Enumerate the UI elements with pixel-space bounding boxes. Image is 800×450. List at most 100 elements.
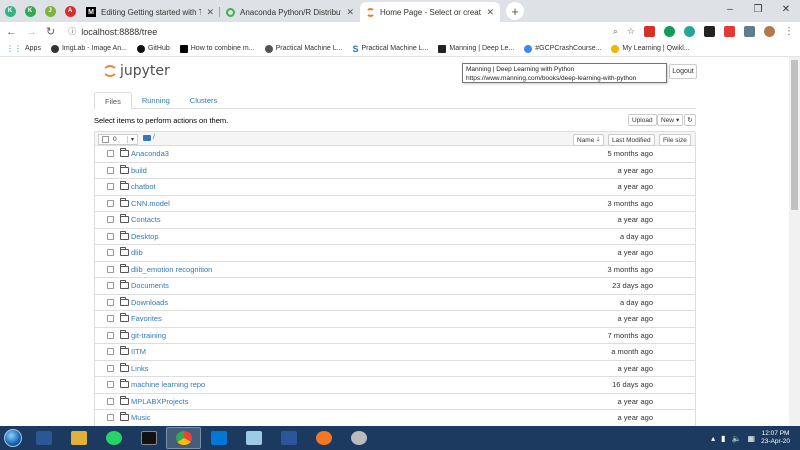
bookmark-item[interactable]: Practical Machine L...	[264, 44, 342, 53]
taskbar-app[interactable]	[306, 427, 341, 449]
file-name-link[interactable]: Favorites	[131, 314, 162, 323]
network-icon[interactable]: ▦	[748, 434, 756, 443]
pinned-tab[interactable]: A	[60, 0, 80, 22]
table-row[interactable]: MPLABXProjects a year ago	[94, 393, 696, 410]
taskbar-app[interactable]	[61, 427, 96, 449]
upload-button[interactable]: Upload	[628, 114, 657, 126]
row-checkbox[interactable]	[107, 166, 114, 174]
taskbar-app[interactable]	[271, 427, 306, 449]
bookmark-item[interactable]: ImgLab - Image An...	[50, 44, 127, 53]
table-row[interactable]: Links a year ago	[94, 360, 696, 377]
camera-icon[interactable]	[704, 26, 715, 37]
file-name-link[interactable]: MPLABXProjects	[131, 397, 189, 406]
taskbar-app[interactable]	[131, 427, 166, 449]
row-checkbox[interactable]	[107, 414, 114, 422]
row-checkbox[interactable]	[107, 381, 114, 389]
extension-icon[interactable]	[744, 26, 755, 37]
new-button[interactable]: New ▾	[657, 114, 684, 126]
scrollbar-thumb[interactable]	[791, 60, 798, 210]
table-row[interactable]: dlib_emotion recognition 3 months ago	[94, 261, 696, 278]
file-name-link[interactable]: Links	[131, 364, 149, 373]
clock[interactable]: 12:07 PM 23-Apr-20	[761, 430, 790, 446]
back-icon[interactable]: ←	[6, 26, 17, 38]
table-row[interactable]: machine learning repo 16 days ago	[94, 377, 696, 394]
chevron-down-icon[interactable]: ▾	[126, 136, 137, 143]
scrollbar[interactable]	[789, 57, 800, 426]
row-checkbox[interactable]	[107, 249, 114, 257]
row-checkbox[interactable]	[107, 348, 114, 356]
pinned-tab[interactable]: J	[40, 0, 60, 22]
tab-clusters[interactable]: Clusters	[180, 92, 228, 109]
row-checkbox[interactable]	[107, 397, 114, 405]
star-icon[interactable]: ☆	[627, 26, 635, 37]
row-checkbox[interactable]	[107, 331, 114, 339]
refresh-button[interactable]: ↻	[684, 114, 696, 126]
bookmark-apps[interactable]: ⋮⋮ Apps	[6, 44, 41, 53]
taskbar-app[interactable]	[236, 427, 271, 449]
file-name-link[interactable]: Anaconda3	[131, 149, 169, 158]
table-row[interactable]: build a year ago	[94, 162, 696, 179]
bookmark-item[interactable]: How to combine m...	[179, 44, 255, 53]
table-row[interactable]: Favorites a year ago	[94, 311, 696, 328]
select-all-dropdown[interactable]: 0 ▾	[98, 134, 138, 145]
table-row[interactable]: Downloads a day ago	[94, 294, 696, 311]
bookmark-item[interactable]: Manning | Deep Le...	[438, 44, 514, 53]
address-bar[interactable]: ⓘ localhost:8888/tree	[64, 24, 604, 39]
sort-modified-button[interactable]: Last Modified	[608, 134, 655, 146]
search-icon[interactable]: ⌕	[613, 26, 618, 37]
row-checkbox[interactable]	[107, 232, 114, 240]
select-all-checkbox[interactable]	[102, 136, 109, 143]
table-row[interactable]: dlib a year ago	[94, 245, 696, 262]
file-name-link[interactable]: IITM	[131, 347, 146, 356]
chevron-up-icon[interactable]: ▴	[711, 434, 715, 443]
file-name-link[interactable]: Documents	[131, 281, 169, 290]
table-row[interactable]: Music a year ago	[94, 410, 696, 427]
bookmark-item[interactable]: My Learning | Qwikl...	[611, 44, 690, 53]
grammarly-icon[interactable]	[664, 26, 675, 37]
row-checkbox[interactable]	[107, 364, 114, 372]
new-tab-button[interactable]: +	[506, 2, 524, 20]
start-button[interactable]	[0, 427, 26, 449]
file-name-link[interactable]: Music	[131, 413, 151, 422]
breadcrumb[interactable]: /	[143, 134, 155, 141]
close-window-icon[interactable]: ✕	[772, 0, 800, 18]
reload-icon[interactable]: ↻	[46, 25, 55, 38]
bookmark-item[interactable]: #GCPCrashCourse...	[524, 44, 601, 53]
table-row[interactable]: git-training 7 months ago	[94, 327, 696, 344]
file-name-link[interactable]: build	[131, 166, 147, 175]
table-row[interactable]: Desktop a day ago	[94, 228, 696, 245]
file-name-link[interactable]: dlib_emotion recognition	[131, 265, 212, 274]
menu-icon[interactable]: ⋮	[784, 26, 794, 37]
row-checkbox[interactable]	[107, 216, 114, 224]
extension-icon[interactable]	[644, 26, 655, 37]
forward-icon[interactable]: →	[26, 26, 37, 38]
table-row[interactable]: Anaconda3 5 months ago	[94, 146, 696, 163]
table-row[interactable]: Documents 23 days ago	[94, 278, 696, 295]
taskbar-app-active[interactable]	[166, 427, 201, 449]
taskbar-app[interactable]	[201, 427, 236, 449]
file-name-link[interactable]: Desktop	[131, 232, 159, 241]
browser-tab[interactable]: Anaconda Python/R Distribution ✕	[220, 2, 360, 22]
sort-size-button[interactable]: File size	[659, 134, 691, 146]
file-name-link[interactable]: git-training	[131, 331, 166, 340]
browser-tab[interactable]: M Editing Getting started with Tens ✕	[80, 2, 220, 22]
file-name-link[interactable]: dlib	[131, 248, 143, 257]
row-checkbox[interactable]	[107, 199, 114, 207]
row-checkbox[interactable]	[107, 315, 114, 323]
close-icon[interactable]: ✕	[486, 7, 494, 18]
file-name-link[interactable]: CNN.model	[131, 199, 170, 208]
row-checkbox[interactable]	[107, 298, 114, 306]
row-checkbox[interactable]	[107, 183, 114, 191]
jupyter-logo[interactable]: jupyter	[104, 63, 170, 79]
taskbar-app[interactable]	[26, 427, 61, 449]
file-name-link[interactable]: Downloads	[131, 298, 168, 307]
info-icon[interactable]: ⓘ	[68, 26, 76, 37]
volume-icon[interactable]: 🔈	[732, 434, 742, 443]
file-name-link[interactable]: chatbot	[131, 182, 156, 191]
table-row[interactable]: Contacts a year ago	[94, 212, 696, 229]
file-name-link[interactable]: machine learning repo	[131, 380, 205, 389]
row-checkbox[interactable]	[107, 282, 114, 290]
sort-name-button[interactable]: Name 🡓	[573, 134, 604, 146]
table-row[interactable]: CNN.model 3 months ago	[94, 195, 696, 212]
browser-tab-active[interactable]: Home Page - Select or create a n ✕	[360, 2, 500, 22]
